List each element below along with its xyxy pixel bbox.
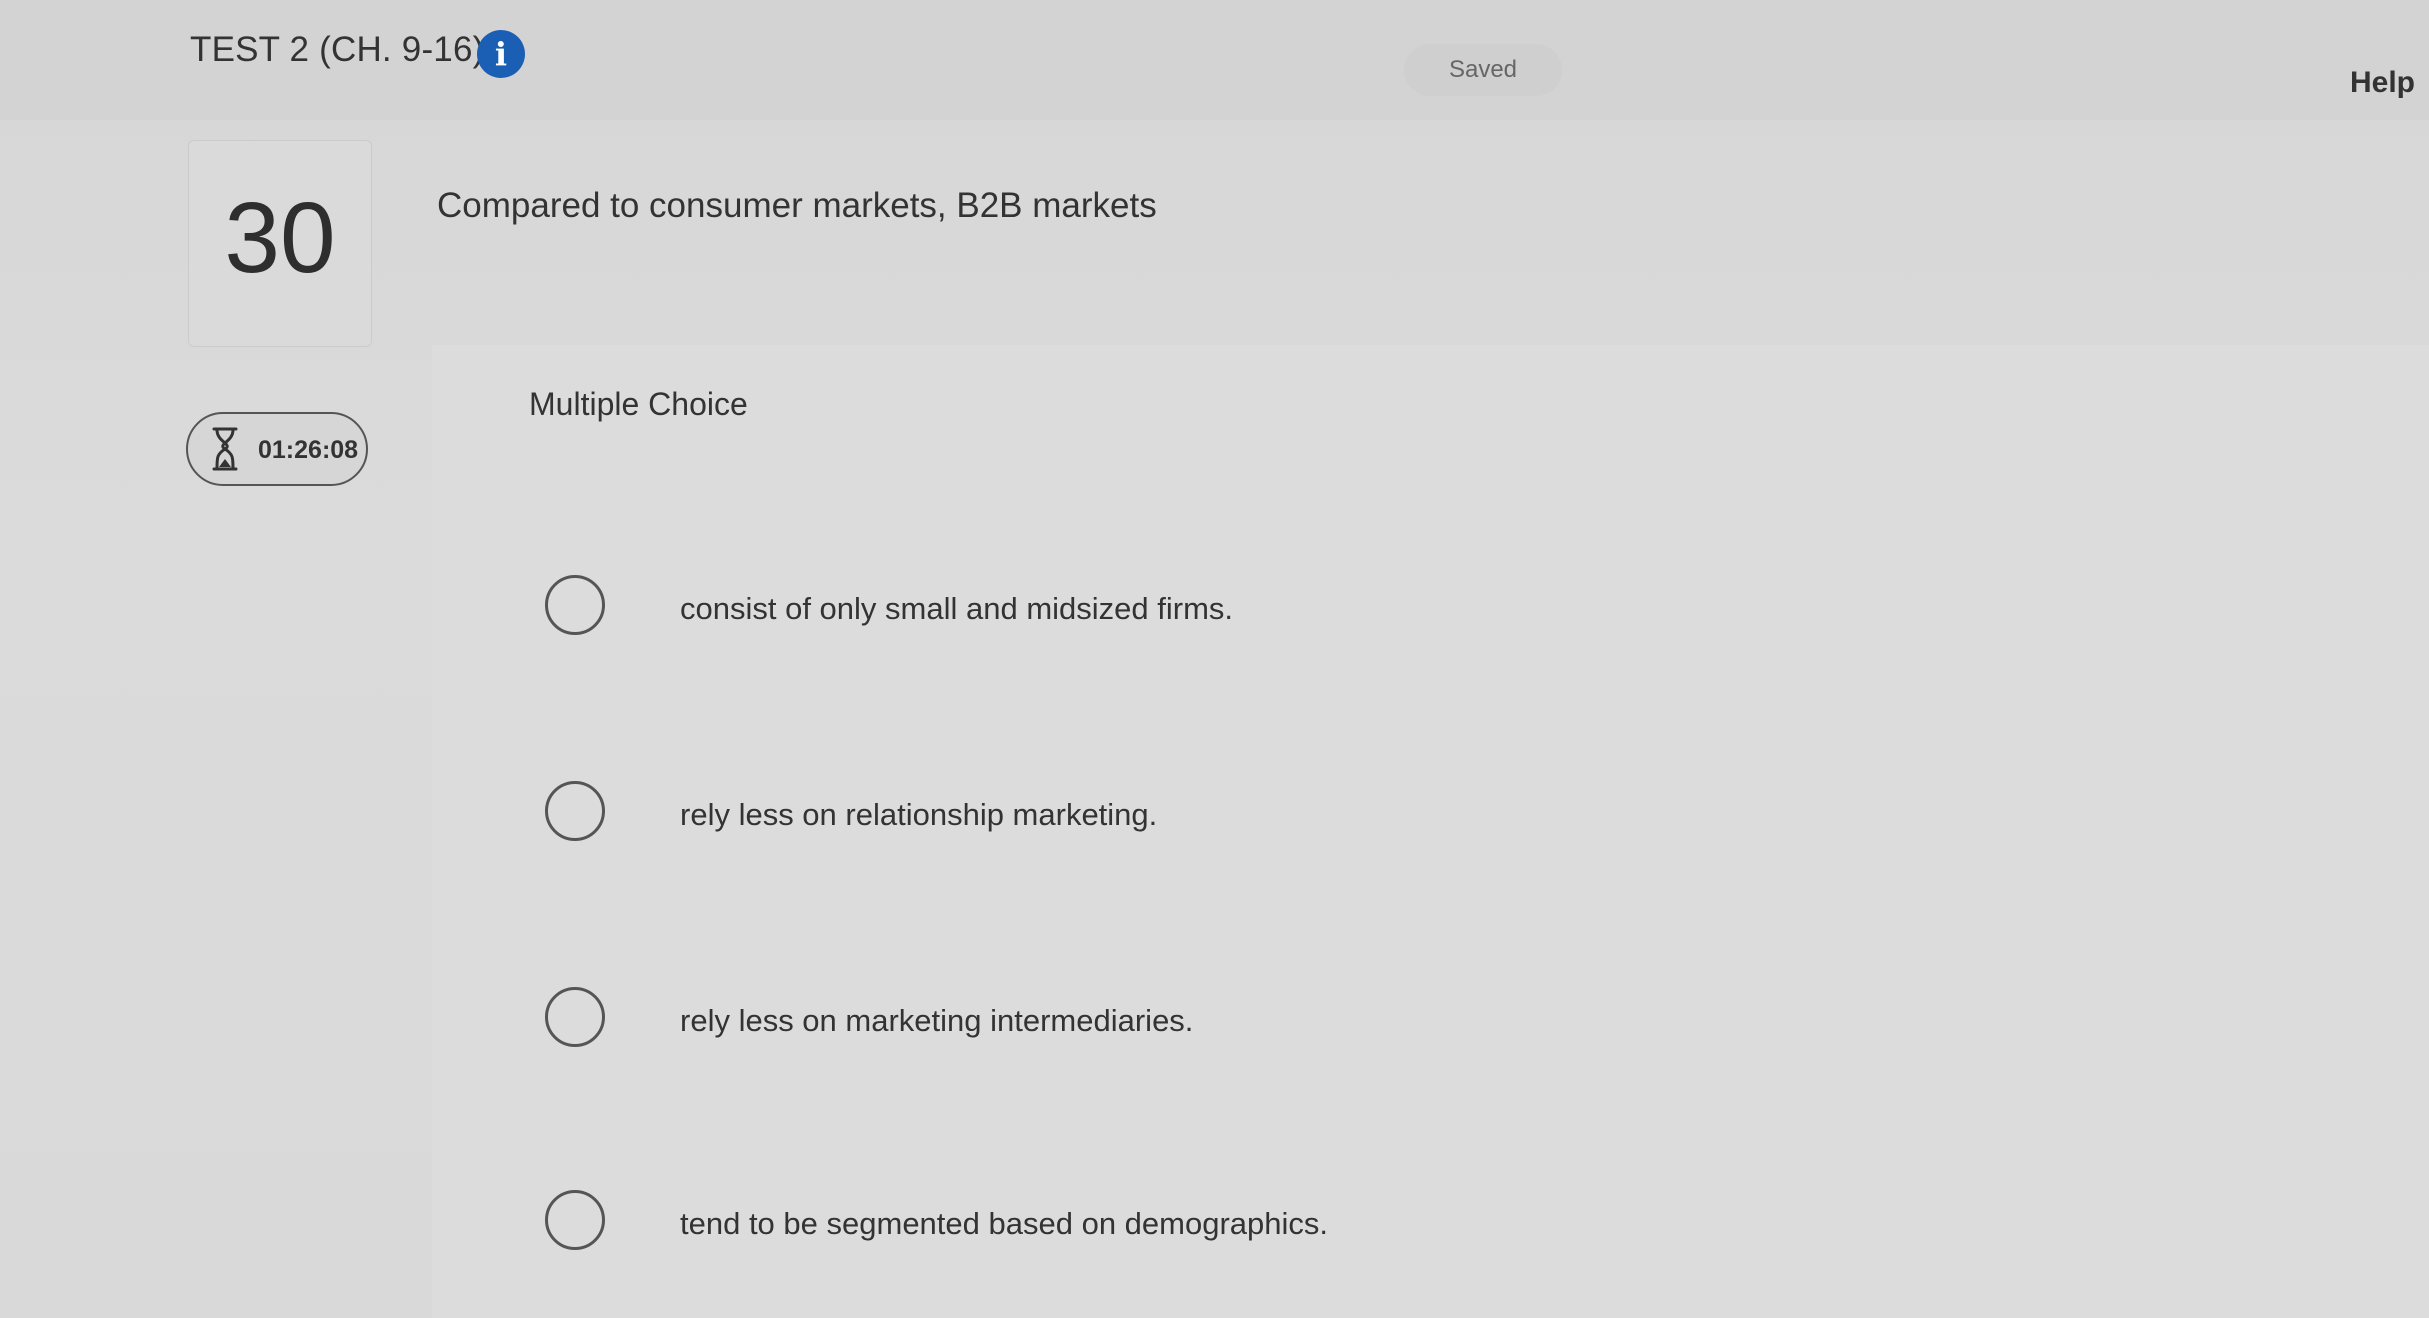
- radio-button[interactable]: [545, 575, 605, 635]
- question-number-box: 30: [188, 140, 372, 347]
- question-type-label: Multiple Choice: [529, 386, 748, 422]
- header-bar: TEST 2 (CH. 9-16) i Saved Help: [0, 0, 2429, 120]
- question-prompt: Compared to consumer markets, B2B market…: [437, 186, 1157, 225]
- test-title: TEST 2 (CH. 9-16): [190, 30, 485, 69]
- hourglass-icon: [212, 427, 238, 471]
- saved-status-badge: Saved: [1404, 44, 1562, 96]
- answer-option-label[interactable]: rely less on relationship marketing.: [680, 797, 1157, 833]
- answer-option-label[interactable]: tend to be segmented based on demographi…: [680, 1206, 1328, 1242]
- answer-option[interactable]: rely less on marketing intermediaries.: [545, 987, 2045, 1057]
- timer-value: 01:26:08: [258, 436, 359, 464]
- question-number: 30: [224, 182, 336, 294]
- answer-option[interactable]: tend to be segmented based on demographi…: [545, 1190, 2045, 1260]
- answer-option-label[interactable]: rely less on marketing intermediaries.: [680, 1003, 1193, 1039]
- answer-option-label[interactable]: consist of only small and midsized firms…: [680, 591, 1233, 627]
- answer-option[interactable]: rely less on relationship marketing.: [545, 781, 2045, 851]
- help-link[interactable]: Help: [2350, 66, 2415, 100]
- info-icon[interactable]: i: [477, 30, 525, 78]
- radio-button[interactable]: [545, 987, 605, 1047]
- answer-option[interactable]: consist of only small and midsized firms…: [545, 575, 2045, 645]
- timer: 01:26:08: [186, 412, 368, 486]
- radio-button[interactable]: [545, 781, 605, 841]
- radio-button[interactable]: [545, 1190, 605, 1250]
- assessment-page: TEST 2 (CH. 9-16) i Saved Help 30 01:26:…: [0, 0, 2429, 1318]
